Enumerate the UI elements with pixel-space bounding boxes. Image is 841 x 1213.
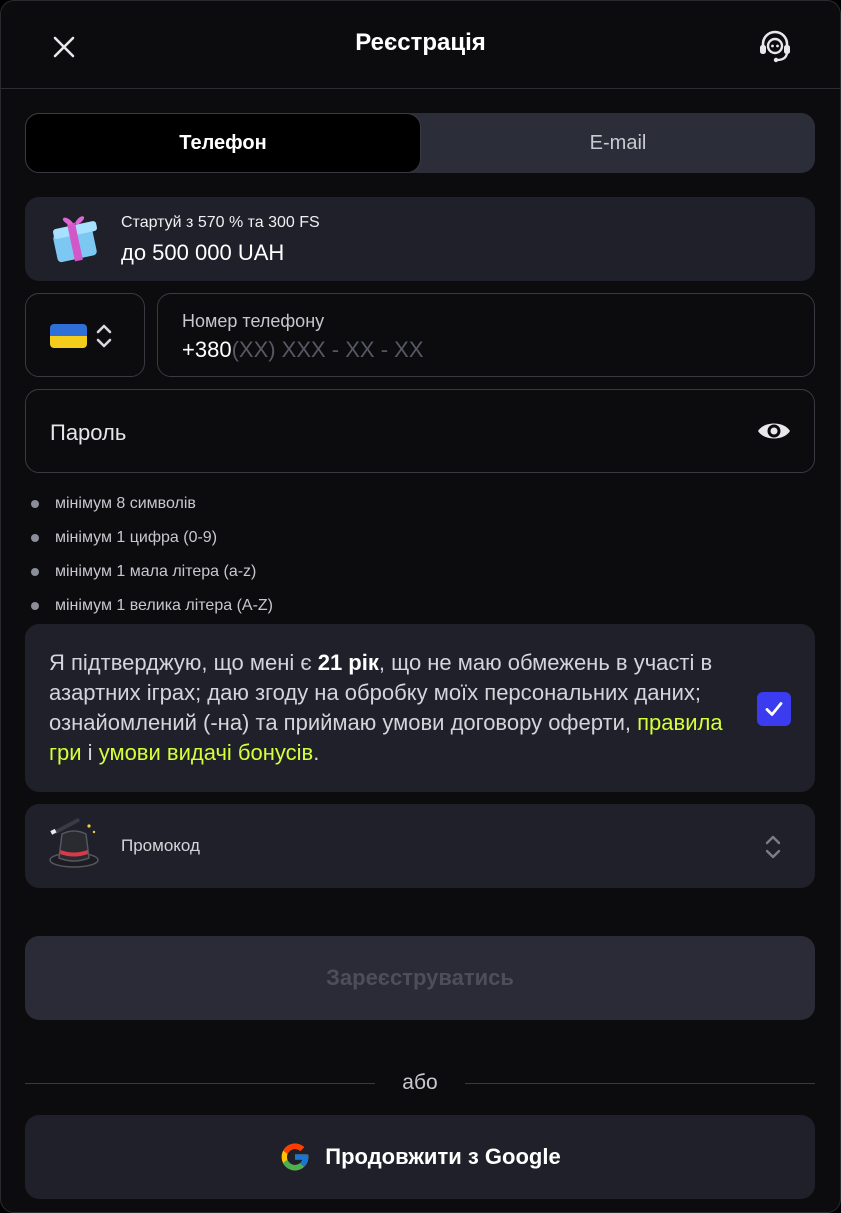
phone-number-input[interactable]: +380(XX) XXX - XX - XX [182,337,424,363]
phone-number-label: Номер телефону [182,311,325,331]
eye-icon[interactable] [756,416,792,446]
chevron-up-down-icon [765,835,781,859]
promo-code-label: Промокод [121,836,200,855]
checkmark-icon [765,702,783,716]
terms-agreement: Я підтверджую, що мені є 21 рік, що не м… [25,624,815,792]
list-item: мінімум 1 цифра (0-9) [31,521,273,555]
password-field[interactable]: Пароль [25,389,815,473]
bonus-terms-link[interactable]: умови видачі бонусів [99,740,314,765]
google-logo-icon [281,1143,309,1171]
phone-prefix: +380 [182,337,232,362]
list-item: мінімум 1 велика літера (A-Z) [31,589,273,623]
divider-line [465,1083,815,1084]
welcome-bonus-banner: Стартуй з 570 % та 300 FS до 500 000 UAH [25,197,815,281]
promo-code-toggle[interactable]: Промокод [25,804,815,888]
bullet [31,534,39,542]
auth-method-tabs: E-mail Телефон [25,113,815,173]
agreement-part: Я підтверджую, що мені є [49,650,318,675]
google-button-label: Продовжити з Google [325,1144,561,1169]
agreement-part: і [81,740,99,765]
register-button[interactable]: Зареєструватись [25,936,815,1020]
tab-email[interactable]: E-mail [421,113,815,173]
page-title: Реєстрація [355,29,486,56]
bullet [31,500,39,508]
registration-modal: Реєстрація E-mail Телефон Стартуй з 570 … [0,0,841,1213]
phone-mask: (XX) XXX - XX - XX [231,337,424,362]
requirement-text: мінімум 1 цифра (0-9) [55,529,218,546]
list-item: мінімум 1 мала літера (a-z) [31,555,273,589]
agreement-text: Я підтверджую, що мені є 21 рік, що не м… [49,648,749,768]
magic-hat-icon [49,818,99,868]
password-input[interactable]: Пароль [50,420,126,446]
bonus-description: Стартуй з 570 % та 300 FS [121,214,320,231]
gift-icon [52,216,98,263]
support-headset-icon [760,30,790,63]
agreement-part: . [313,740,320,765]
requirement-text: мінімум 8 символів [55,495,196,512]
terms-checkbox[interactable] [757,692,791,726]
age-requirement: 21 рік [317,650,379,675]
password-requirements: мінімум 8 символів мінімум 1 цифра (0-9)… [31,487,273,623]
requirement-text: мінімум 1 мала літера (a-z) [55,563,257,580]
list-item: мінімум 8 символів [31,487,273,521]
bullet [31,568,39,576]
chevron-up-down-icon [96,324,112,348]
ukraine-flag-icon [50,324,87,348]
bonus-amount: до 500 000 UAH [121,240,285,265]
tab-phone[interactable]: Телефон [25,113,421,173]
or-divider: або [25,1071,815,1097]
country-selector[interactable] [25,293,145,377]
google-signin-button[interactable]: Продовжити з Google [25,1115,815,1199]
support-button[interactable] [754,25,796,67]
requirement-text: мінімум 1 велика літера (A-Z) [55,597,273,614]
phone-number-field[interactable]: Номер телефону +380(XX) XXX - XX - XX [157,293,815,377]
modal-header: Реєстрація [1,1,840,89]
bullet [31,602,39,610]
